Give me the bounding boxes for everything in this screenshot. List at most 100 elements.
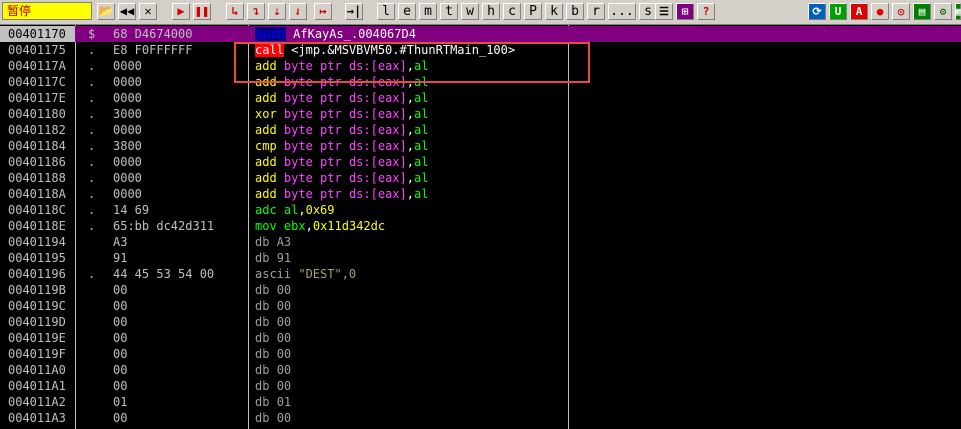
view-m-button[interactable]: m: [419, 3, 437, 20]
flow-mark: .: [88, 59, 96, 73]
disasm-row[interactable]: 00401180. 3000 xor byte ptr ds:[eax],al: [0, 106, 961, 122]
mnemonic: add: [255, 155, 277, 169]
trace-into-icon[interactable]: ⇣: [268, 3, 286, 20]
tool-icon[interactable]: ⚙: [934, 3, 952, 20]
disasm-row[interactable]: 0040119F 00 db 00: [0, 346, 961, 362]
disasm-row[interactable]: 004011A3 00 db 00: [0, 410, 961, 426]
record-icon[interactable]: ●: [871, 3, 889, 20]
flow-mark: .: [88, 107, 96, 121]
disasm-row[interactable]: 0040117E. 0000 add byte ptr ds:[eax],al: [0, 90, 961, 106]
pause-icon[interactable]: ❚❚: [193, 3, 211, 20]
flow-mark: .: [88, 267, 96, 281]
list-icon[interactable]: ☰: [655, 3, 673, 20]
address: 00401195: [8, 251, 66, 265]
disasm-row[interactable]: 004011A1 00 db 00: [0, 378, 961, 394]
plugin-u-icon[interactable]: U: [829, 3, 847, 20]
settings-icon[interactable]: ▦: [955, 3, 961, 20]
mnemonic: db: [255, 411, 270, 425]
disassembly: db 00: [255, 378, 291, 394]
view-l-button[interactable]: l: [377, 3, 395, 20]
disassembly: ascii "DEST",0: [255, 266, 356, 282]
disasm-row[interactable]: 00401186. 0000 add byte ptr ds:[eax],al: [0, 154, 961, 170]
trace-over-icon[interactable]: ⇃: [289, 3, 307, 20]
disasm-row[interactable]: 00401196. 44 45 53 54 00 ascii "DEST",0: [0, 266, 961, 282]
hex-dump: 0000: [113, 155, 142, 169]
disassembly-pane[interactable]: 00401170 $68 D4674000 push AfKayAs_.004067…: [0, 25, 961, 429]
address: 00401194: [8, 235, 66, 249]
view-more-button[interactable]: ...: [608, 3, 636, 20]
operand: 91: [276, 251, 292, 265]
hex-dump: 68 D4674000: [113, 27, 193, 41]
help-icon[interactable]: ?: [697, 3, 715, 20]
disasm-row[interactable]: 004011A2 01 db 01: [0, 394, 961, 410]
refresh-icon[interactable]: ⟳: [808, 3, 826, 20]
operand: 0x69: [305, 203, 335, 217]
script-icon[interactable]: ▤: [913, 3, 931, 20]
disasm-row[interactable]: 0040117A. 0000 add byte ptr ds:[eax],al: [0, 58, 961, 74]
operand: ,: [406, 59, 414, 73]
grid-icon[interactable]: ⊞: [676, 3, 694, 20]
disasm-row[interactable]: 00401184. 3800 cmp byte ptr ds:[eax],al: [0, 138, 961, 154]
disasm-row[interactable]: 0040118C. 14 69 adc al,0x69: [0, 202, 961, 218]
view-P-button[interactable]: P: [524, 3, 542, 20]
mnemonic: db: [255, 331, 270, 345]
disasm-row[interactable]: 00401182. 0000 add byte ptr ds:[eax],al: [0, 122, 961, 138]
operand: ,: [406, 123, 414, 137]
operand: 00: [276, 363, 292, 377]
address: 0040117E: [8, 91, 66, 105]
address: 00401186: [8, 155, 66, 169]
disasm-row[interactable]: 0040117C. 0000 add byte ptr ds:[eax],al: [0, 74, 961, 90]
mnemonic: db: [255, 347, 270, 361]
view-e-button[interactable]: e: [398, 3, 416, 20]
view-r-button[interactable]: r: [587, 3, 605, 20]
hex-dump: 00: [113, 331, 128, 345]
run-icon[interactable]: ▶: [172, 3, 190, 20]
mnemonic: add: [255, 187, 277, 201]
hex-dump: 0000: [113, 75, 142, 89]
disasm-row[interactable]: 00401194 A3 db A3: [0, 234, 961, 250]
operand: al: [413, 59, 429, 73]
view-b-button[interactable]: b: [566, 3, 584, 20]
hex-dump: 0000: [113, 171, 142, 185]
disasm-row[interactable]: 00401170 $68 D4674000 push AfKayAs_.004067…: [0, 26, 961, 42]
disassembly: call <jmp.&MSVBVM50.#ThunRTMain_100>: [255, 42, 515, 58]
hex-dump: 3800: [113, 139, 142, 153]
restart-icon[interactable]: ◀◀: [118, 3, 136, 20]
hex-dump: 00: [113, 411, 128, 425]
plugin-a-icon[interactable]: A: [850, 3, 868, 20]
disasm-row[interactable]: 004011A0 00 db 00: [0, 362, 961, 378]
disasm-row[interactable]: 0040119B 00 db 00: [0, 282, 961, 298]
step-into-icon[interactable]: ↳: [226, 3, 244, 20]
disasm-row[interactable]: 00401195 91 db 91: [0, 250, 961, 266]
operand: al: [413, 171, 429, 185]
step-over-icon[interactable]: ↴: [247, 3, 265, 20]
execute-till-return-icon[interactable]: ↦: [314, 3, 332, 20]
view-w-button[interactable]: w: [461, 3, 479, 20]
operand: ,: [406, 75, 414, 89]
mnemonic: db: [255, 299, 270, 313]
view-k-button[interactable]: k: [545, 3, 563, 20]
hex-dump: 00: [113, 347, 128, 361]
disasm-row[interactable]: 0040118A. 0000 add byte ptr ds:[eax],al: [0, 186, 961, 202]
disassembly: add byte ptr ds:[eax],al: [255, 122, 428, 138]
open-icon[interactable]: 📂: [97, 3, 115, 20]
operand: byte ptr ds:[eax]: [283, 155, 407, 169]
disassembly: add byte ptr ds:[eax],al: [255, 74, 428, 90]
disassembly: add byte ptr ds:[eax],al: [255, 154, 428, 170]
disasm-row[interactable]: 0040119C 00 db 00: [0, 298, 961, 314]
mnemonic: add: [255, 171, 277, 185]
disassembly: db 00: [255, 410, 291, 426]
goto-icon[interactable]: →|: [345, 3, 363, 20]
target-icon[interactable]: ◎: [892, 3, 910, 20]
close-icon[interactable]: ✕: [139, 3, 157, 20]
disasm-row[interactable]: 0040119D 00 db 00: [0, 314, 961, 330]
view-t-button[interactable]: t: [440, 3, 458, 20]
view-c-button[interactable]: c: [503, 3, 521, 20]
view-h-button[interactable]: h: [482, 3, 500, 20]
hex-dump: 44 45 53 54 00: [113, 267, 215, 281]
operand: al: [413, 75, 429, 89]
disasm-row[interactable]: 00401188. 0000 add byte ptr ds:[eax],al: [0, 170, 961, 186]
disasm-row[interactable]: 00401175. E8 F0FFFFFF call <jmp.&MSVBVM50.…: [0, 42, 961, 58]
disasm-row[interactable]: 0040118E. 65:bb dc42d311 mov ebx,0x11d342d…: [0, 218, 961, 234]
disasm-row[interactable]: 0040119E 00 db 00: [0, 330, 961, 346]
